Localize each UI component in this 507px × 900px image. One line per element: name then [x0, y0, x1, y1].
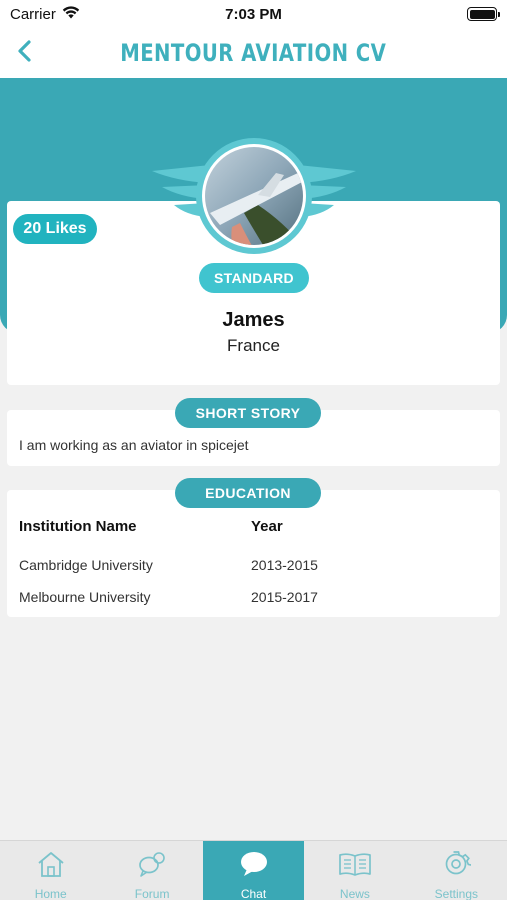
wings-icon [152, 138, 356, 254]
tab-forum[interactable]: Forum [101, 841, 202, 900]
tab-settings[interactable]: Settings [406, 841, 507, 900]
wifi-icon [62, 5, 80, 23]
status-left: Carrier [10, 5, 80, 23]
carrier-label: Carrier [10, 5, 56, 23]
tab-bar: Home Forum Chat News Settings [0, 840, 507, 900]
short-story-text: I am working as an aviator in spicejet [19, 437, 249, 453]
profile-name: James [222, 309, 285, 331]
tab-settings-label: Settings [434, 887, 478, 900]
back-button[interactable] [10, 38, 40, 68]
profile-country: France [227, 336, 280, 355]
nav-bar: MENTOUR AVIATION CV [0, 28, 507, 78]
tab-news[interactable]: News [304, 841, 405, 900]
forum-icon [137, 850, 167, 883]
tier-badge: STANDARD [199, 263, 309, 293]
tab-forum-label: Forum [134, 887, 170, 900]
education-institution: Cambridge University [19, 557, 153, 573]
tab-chat-label: Chat [240, 887, 267, 900]
news-icon [338, 850, 372, 883]
education-card: Institution Name Year Cambridge Universi… [7, 490, 500, 617]
column-header-year: Year [251, 518, 283, 535]
chevron-left-icon [17, 39, 33, 67]
settings-icon [441, 850, 473, 883]
tab-chat[interactable]: Chat [202, 841, 305, 900]
education-year: 2013-2015 [251, 557, 318, 573]
education-heading: EDUCATION [175, 478, 321, 508]
education-institution: Melbourne University [19, 589, 151, 605]
battery-icon [467, 7, 500, 21]
status-bar: Carrier 7:03 PM [0, 0, 507, 28]
avatar-with-wings[interactable] [148, 135, 360, 255]
education-year: 2015-2017 [251, 589, 318, 605]
tab-home[interactable]: Home [0, 841, 101, 900]
short-story-heading: SHORT STORY [175, 398, 321, 428]
page-title: MENTOUR AVIATION CV [120, 39, 387, 67]
likes-badge[interactable]: 20 Likes [13, 214, 97, 244]
column-header-institution: Institution Name [19, 518, 137, 535]
home-icon [36, 850, 66, 883]
tab-news-label: News [339, 887, 370, 900]
tab-home-label: Home [34, 887, 67, 900]
chat-icon [239, 850, 269, 883]
